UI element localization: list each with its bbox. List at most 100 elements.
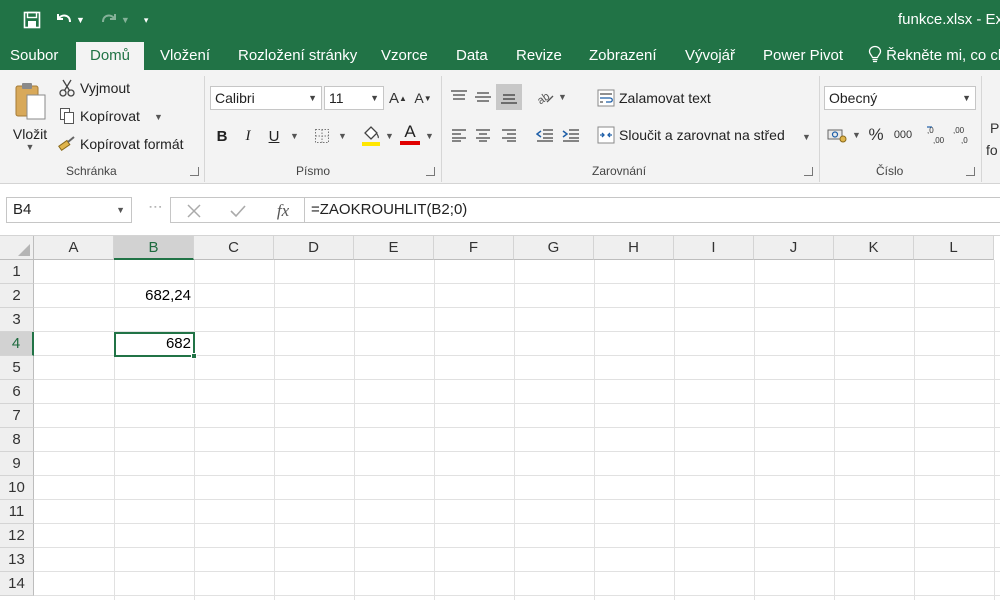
row-header-13[interactable]: 13 — [0, 548, 34, 572]
enter-icon[interactable] — [227, 200, 249, 222]
orientation-dropdown-icon[interactable]: ▼ — [558, 92, 567, 102]
column-header-g[interactable]: G — [514, 236, 594, 260]
row-header-4[interactable]: 4 — [0, 332, 34, 356]
font-name-combo[interactable]: Calibri ▼ — [210, 86, 322, 110]
increase-decimal-icon[interactable]: ,0,00 — [926, 122, 948, 148]
tab-vlozeni[interactable]: Vložení — [160, 40, 210, 70]
decrease-decimal-icon[interactable]: ,00,0 — [952, 122, 974, 148]
align-top-icon[interactable] — [448, 86, 470, 108]
row-header-11[interactable]: 11 — [0, 500, 34, 524]
tab-vzorce[interactable]: Vzorce — [381, 40, 428, 70]
cancel-icon[interactable] — [183, 200, 205, 222]
bold-button[interactable]: B — [212, 125, 232, 147]
column-header-h[interactable]: H — [594, 236, 674, 260]
tab-zobrazeni[interactable]: Zobrazení — [589, 40, 657, 70]
format-painter-button[interactable]: Kopírovat formát — [80, 136, 184, 152]
align-left-icon[interactable] — [448, 124, 470, 146]
tab-data[interactable]: Data — [456, 40, 488, 70]
underline-dropdown-icon[interactable]: ▼ — [290, 131, 299, 141]
column-header-c[interactable]: C — [194, 236, 274, 260]
comma-style-button[interactable]: 000 — [890, 124, 916, 146]
fill-handle[interactable] — [191, 353, 197, 359]
align-center-icon[interactable] — [472, 124, 494, 146]
increase-font-size-icon[interactable]: A ▲ — [388, 88, 408, 108]
tab-domu[interactable]: Domů — [76, 42, 145, 70]
styles-partial-1[interactable]: P — [990, 120, 999, 136]
customize-qat-icon[interactable]: ▾ — [144, 15, 149, 26]
row-header-14[interactable]: 14 — [0, 572, 34, 596]
increase-indent-icon[interactable] — [560, 124, 582, 146]
fill-color-dropdown-icon[interactable]: ▼ — [385, 131, 394, 141]
orientation-icon[interactable]: ab — [534, 86, 556, 108]
column-header-e[interactable]: E — [354, 236, 434, 260]
tell-me-search[interactable]: Řekněte mi, co ch — [868, 40, 1000, 70]
undo-icon[interactable] — [50, 6, 78, 34]
ribbon-tabs: Soubor Domů Vložení Rozložení stránky Vz… — [0, 40, 1000, 70]
align-right-icon[interactable] — [498, 124, 520, 146]
cut-button[interactable]: Vyjmout — [80, 80, 130, 96]
tab-rozlozeni-stranky[interactable]: Rozložení stránky — [238, 40, 357, 70]
font-launcher-icon[interactable] — [426, 167, 435, 176]
redo-dropdown-icon[interactable]: ▼ — [121, 15, 130, 25]
row-header-8[interactable]: 8 — [0, 428, 34, 452]
merge-center-dropdown-icon[interactable]: ▼ — [802, 132, 811, 142]
tab-revize[interactable]: Revize — [516, 40, 562, 70]
borders-dropdown-icon[interactable]: ▼ — [338, 131, 347, 141]
decrease-font-size-icon[interactable]: A ▼ — [412, 88, 434, 108]
select-all-button[interactable] — [0, 236, 34, 260]
save-icon[interactable] — [18, 6, 46, 34]
column-header-k[interactable]: K — [834, 236, 914, 260]
row-header-9[interactable]: 9 — [0, 452, 34, 476]
tab-soubor[interactable]: Soubor — [10, 40, 58, 70]
accounting-dropdown-icon[interactable]: ▼ — [852, 130, 861, 140]
paste-button[interactable]: Vložit ▼ — [10, 76, 50, 156]
column-header-l[interactable]: L — [914, 236, 994, 260]
font-color-dropdown-icon[interactable]: ▼ — [425, 131, 434, 141]
decrease-indent-icon[interactable] — [534, 124, 556, 146]
percent-style-button[interactable]: % — [866, 124, 886, 146]
font-size-combo[interactable]: 11 ▼ — [324, 86, 384, 110]
name-box[interactable]: B4 ▼ — [6, 197, 132, 223]
borders-icon[interactable] — [312, 125, 332, 147]
clipboard-launcher-icon[interactable] — [190, 167, 199, 176]
styles-partial-2[interactable]: fo — [986, 142, 998, 158]
column-header-j[interactable]: J — [754, 236, 834, 260]
accounting-format-icon[interactable] — [826, 124, 848, 146]
number-format-combo[interactable]: Obecný ▼ — [824, 86, 976, 110]
merge-center-button[interactable]: Sloučit a zarovnat na střed — [619, 127, 785, 143]
copy-dropdown-icon[interactable]: ▼ — [154, 112, 163, 122]
alignment-launcher-icon[interactable] — [804, 167, 813, 176]
align-bottom-icon[interactable] — [496, 84, 522, 110]
row-header-1[interactable]: 1 — [0, 260, 34, 284]
formula-input[interactable]: =ZAOKROUHLIT(B2;0) — [304, 197, 1000, 223]
fill-color-icon[interactable] — [360, 122, 382, 148]
cell-b2[interactable]: 682,24 — [114, 284, 195, 308]
row-header-12[interactable]: 12 — [0, 524, 34, 548]
align-middle-icon[interactable] — [472, 86, 494, 108]
row-header-5[interactable]: 5 — [0, 356, 34, 380]
insert-function-icon[interactable]: fx — [271, 200, 295, 222]
italic-button[interactable]: I — [238, 125, 258, 147]
column-header-f[interactable]: F — [434, 236, 514, 260]
column-header-a[interactable]: A — [34, 236, 114, 260]
row-header-3[interactable]: 3 — [0, 308, 34, 332]
wrap-text-button[interactable]: Zalamovat text — [619, 90, 711, 106]
row-header-10[interactable]: 10 — [0, 476, 34, 500]
column-header-b[interactable]: B — [114, 236, 194, 260]
worksheet-grid[interactable]: ABCDEFGHIJKL 1 2 3 4 5 6 7 8 9 10 11 12 13 14 682,24 … — [0, 236, 1000, 600]
column-header-d[interactable]: D — [274, 236, 354, 260]
svg-text:,00: ,00 — [953, 126, 965, 135]
tab-power-pivot[interactable]: Power Pivot — [763, 40, 843, 70]
number-launcher-icon[interactable] — [966, 167, 975, 176]
undo-dropdown-icon[interactable]: ▼ — [76, 15, 85, 25]
row-header-7[interactable]: 7 — [0, 404, 34, 428]
row-header-6[interactable]: 6 — [0, 380, 34, 404]
tab-vyvojar[interactable]: Vývojář — [685, 40, 735, 70]
column-header-i[interactable]: I — [674, 236, 754, 260]
underline-button[interactable]: U — [264, 125, 284, 147]
row-header-2[interactable]: 2 — [0, 284, 34, 308]
formula-bar-resize-handle[interactable]: ⋮ — [148, 200, 164, 213]
redo-icon[interactable] — [95, 6, 123, 34]
font-color-button[interactable]: A — [398, 120, 422, 148]
copy-button[interactable]: Kopírovat — [80, 108, 140, 124]
